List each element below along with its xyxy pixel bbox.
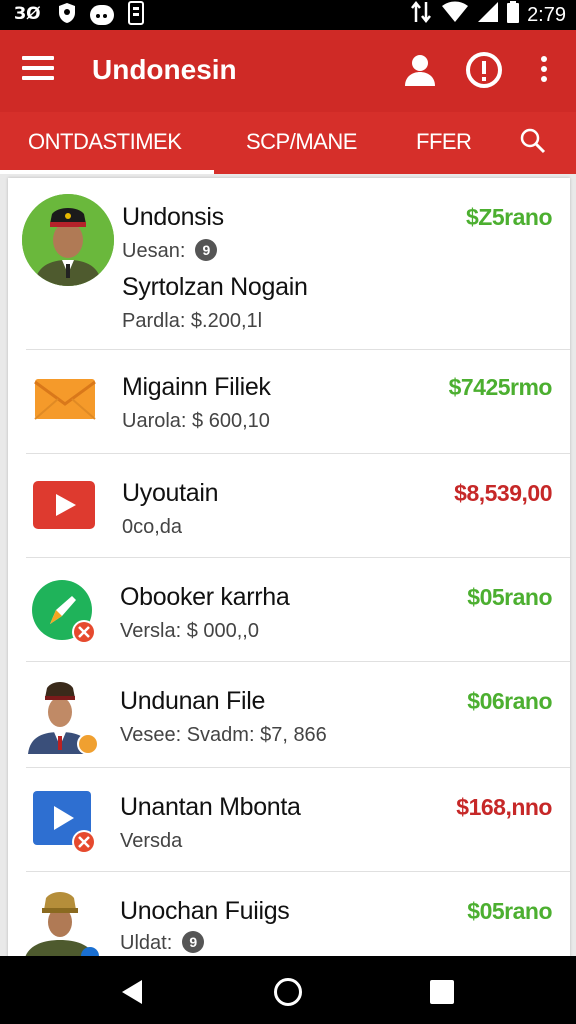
- item-subtitle: 0co,da: [122, 516, 183, 538]
- item-price: $8,539,00: [454, 480, 552, 506]
- status-system-icons: 2:79: [411, 0, 566, 30]
- search-icon[interactable]: [520, 128, 546, 154]
- item-price: $168,nno: [456, 794, 552, 820]
- list-item[interactable]: Unochan Fuiigs Uldat: 9 $05rano: [8, 872, 570, 956]
- tab-ffer[interactable]: FFER: [416, 128, 472, 156]
- item-subtitle-text: Uldat:: [120, 932, 173, 954]
- item-subtitle: Vesee: Svadm: $7, 866: [120, 724, 327, 746]
- account-icon[interactable]: [402, 52, 438, 88]
- item-title: Unantan Mbonta: [120, 793, 301, 821]
- soldier-avatar-icon: [22, 194, 114, 286]
- notification-icon-c: [90, 5, 114, 25]
- item-price: $05rano: [467, 584, 552, 610]
- item-title: Uyoutain: [122, 479, 219, 507]
- hamburger-menu-icon[interactable]: [22, 56, 54, 86]
- count-badge: 9: [195, 239, 218, 261]
- list-card: Undonsis Uesan: 9 Syrtolzan Nogain Pardla…: [8, 178, 570, 956]
- list-item[interactable]: Uyoutain 0co,da $8,539,00: [8, 454, 570, 558]
- recent-apps-icon[interactable]: [430, 980, 454, 1004]
- item-title: Obooker karrha: [120, 583, 290, 611]
- battery-icon: [507, 1, 520, 29]
- wifi-icon: [441, 1, 469, 29]
- status-notification-icons: ЗØ: [14, 0, 144, 30]
- system-nav-bar: [0, 956, 576, 1024]
- list-item[interactable]: Obooker karrha Versla: $ 000,,0 $05rano: [8, 558, 570, 662]
- item-price: $05rano: [467, 898, 552, 924]
- list-item[interactable]: Undunan File Vesee: Svadm: $7, 866 $06ra…: [8, 662, 570, 768]
- shield-icon: [58, 2, 76, 29]
- tab-bar: ONTDASTIMEK SCP/MANE FFER: [0, 112, 576, 174]
- item-secondary-subtitle: Pardla: $.200,1l: [122, 310, 263, 332]
- item-price: $06rano: [467, 688, 552, 714]
- list-item[interactable]: Undonsis Uesan: 9 Syrtolzan Nogain Pardla…: [8, 178, 570, 350]
- item-title: Undunan File: [120, 687, 266, 715]
- item-subtitle: Uarola: $ 600,10: [122, 410, 270, 432]
- more-options-icon[interactable]: [536, 56, 552, 88]
- item-title: Migainn Filiek: [122, 373, 271, 401]
- item-subtitle: Versla: $ 000,,0: [120, 620, 259, 642]
- blue-play-app-icon: [32, 790, 98, 861]
- data-transfer-icon: [411, 0, 433, 30]
- video-play-icon: [32, 480, 96, 535]
- item-subtitle-text: Uesan:: [122, 240, 186, 262]
- notification-icon-a: ЗØ: [14, 1, 44, 30]
- tab-ontdastimek[interactable]: ONTDASTIMEK: [28, 128, 182, 156]
- back-icon[interactable]: [118, 978, 146, 1006]
- tab-scpmane[interactable]: SCP/MANE: [246, 128, 357, 156]
- item-subtitle: Uldat: 9: [120, 930, 205, 956]
- green-pen-app-icon: [32, 580, 98, 651]
- officer-avatar-icon: [26, 676, 100, 761]
- soldier-small-avatar-icon: [24, 884, 100, 956]
- item-secondary-title: Syrtolzan Nogain: [122, 273, 308, 301]
- cell-signal-icon: [477, 1, 499, 29]
- item-title: Undonsis: [122, 203, 224, 231]
- home-icon[interactable]: [274, 978, 302, 1006]
- svg-text:ЗØ: ЗØ: [14, 4, 41, 23]
- item-price: $Z5rano: [466, 204, 552, 230]
- list-item[interactable]: Migainn Filiek Uarola: $ 600,10 $7425rmo: [8, 350, 570, 454]
- item-price: $7425rmo: [448, 374, 553, 400]
- item-subtitle: Uesan: 9: [122, 238, 218, 264]
- app-bar: Undonesin: [0, 30, 576, 112]
- content-area: Undonsis Uesan: 9 Syrtolzan Nogain Pardla…: [0, 174, 576, 956]
- list-item[interactable]: Unantan Mbonta Versda $168,nno: [8, 768, 570, 872]
- notification-icon-d: [128, 0, 144, 30]
- alert-icon[interactable]: [466, 52, 502, 88]
- app-title: Undonesin: [92, 54, 237, 85]
- item-subtitle: Versda: [120, 830, 183, 852]
- status-bar: ЗØ 2:79: [0, 0, 576, 30]
- count-badge: 9: [182, 931, 205, 953]
- status-time: 2:79: [527, 3, 566, 26]
- mail-envelope-icon: [34, 376, 96, 427]
- item-title: Unochan Fuiigs: [120, 897, 290, 925]
